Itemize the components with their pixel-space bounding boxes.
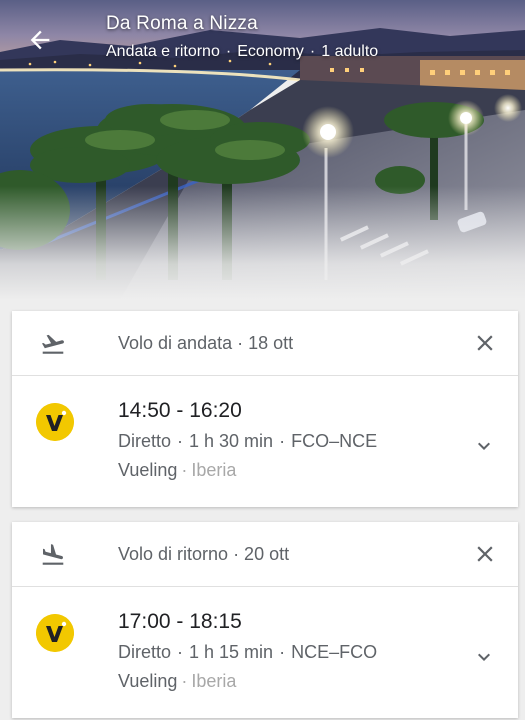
chevron-down-icon[interactable] (472, 645, 496, 669)
stops: Diretto (118, 642, 172, 662)
partner-name: Iberia (191, 460, 237, 480)
flight-details: Diretto · 1 h 15 min · NCE–FCO (118, 642, 377, 663)
separator: · (309, 43, 316, 60)
close-icon[interactable] (472, 541, 498, 567)
return-flight-details[interactable]: 17:00 - 18:15 Diretto · 1 h 15 min · NCE–FCO… (12, 587, 518, 717)
flight-details: Diretto · 1 h 30 min · FCO–NCE (118, 431, 377, 452)
separator: · (279, 642, 286, 662)
flight-times: 14:50 - 16:20 (118, 399, 242, 422)
vueling-logo-icon (36, 403, 74, 441)
separator: · (177, 642, 184, 662)
cabin-class: Economy (237, 43, 304, 60)
outbound-flight-details[interactable]: 14:50 - 16:20 Diretto · 1 h 30 min · FCO–NCE… (12, 376, 518, 506)
flight-times: 17:00 - 18:15 (118, 610, 242, 633)
passenger-count: 1 adulto (321, 43, 379, 60)
separator: · (181, 460, 188, 480)
route: FCO–NCE (291, 431, 378, 451)
separator: · (279, 431, 286, 451)
close-icon[interactable] (472, 330, 498, 356)
outbound-label: Volo di andata · 18 ott (118, 333, 294, 353)
chevron-down-icon[interactable] (472, 434, 496, 458)
airlines: Vueling · Iberia (118, 460, 236, 481)
flight-land-icon (42, 544, 64, 565)
trip-type: Andata e ritorno (106, 43, 220, 60)
back-button[interactable] (22, 22, 58, 58)
route: NCE–FCO (291, 642, 378, 662)
separator: · (177, 431, 184, 451)
page-title: Da Roma a Nizza (106, 13, 258, 34)
return-label: Volo di ritorno · 20 ott (118, 544, 290, 564)
partner-name: Iberia (191, 671, 237, 691)
duration: 1 h 15 min (189, 642, 274, 662)
top-bar: Da Roma a Nizza Andata e ritorno · Economy… (0, 0, 525, 80)
flight-takeoff-icon (41, 334, 64, 354)
return-card-header: Volo di ritorno · 20 ott (12, 522, 518, 587)
outbound-card-header: Volo di andata · 18 ott (12, 311, 518, 376)
airlines: Vueling · Iberia (118, 671, 236, 692)
outbound-flight-card: Volo di andata · 18 ott 14:50 - 16:20 Di… (12, 311, 518, 507)
separator: · (181, 671, 188, 691)
duration: 1 h 30 min (189, 431, 274, 451)
carrier-name: Vueling (118, 671, 178, 691)
carrier-name: Vueling (118, 460, 178, 480)
vueling-logo-icon (36, 614, 74, 652)
separator: · (225, 43, 232, 60)
arrow-back-icon (30, 30, 50, 50)
stops: Diretto (118, 431, 172, 451)
return-flight-card: Volo di ritorno · 20 ott 17:00 - 18:15 D… (12, 522, 518, 718)
trip-summary: Andata e ritorno · Economy · 1 adulto (106, 43, 378, 61)
